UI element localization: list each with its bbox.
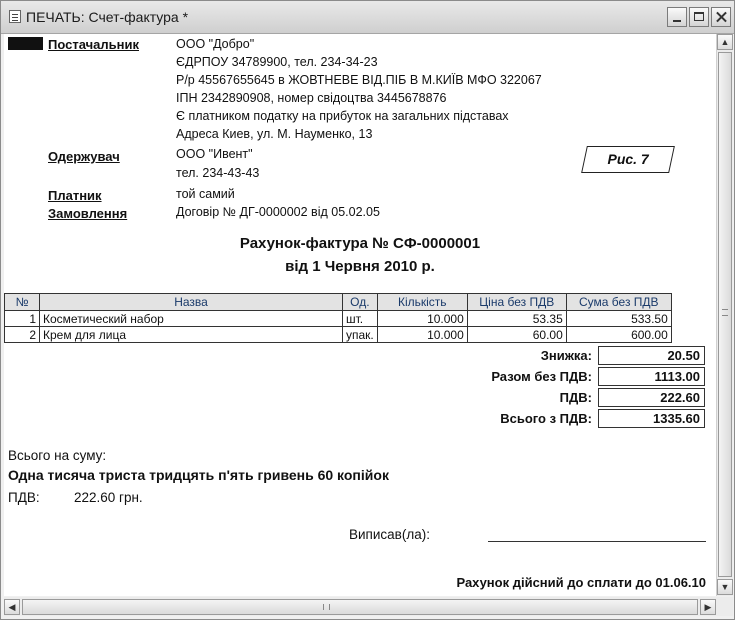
document-icon	[9, 10, 21, 23]
vat-amount: 222.60 грн.	[74, 490, 143, 505]
cell-number: 1	[4, 310, 40, 327]
cell-sum: 533.50	[565, 310, 672, 327]
amount-caption: Всього на суму:	[8, 448, 107, 463]
payer-value: той самий	[176, 187, 235, 201]
column-header: Ціна без ПДВ	[466, 293, 567, 311]
title-bar: ПЕЧАТЬ: Счет-фактура *	[1, 1, 734, 34]
vat-caption: ПДВ:	[8, 490, 40, 505]
supplier-line: ЄДРПОУ 34789900, тел. 234-34-23	[176, 55, 378, 69]
column-header: №	[4, 293, 40, 311]
cell-sum: 600.00	[565, 326, 672, 343]
order-value: Договір № ДГ-0000002 від 05.02.05	[176, 205, 380, 219]
cell-quantity: 10.000	[376, 310, 468, 327]
supplier-line: ООО "Добро"	[176, 37, 255, 51]
figure-label: Рис. 7	[581, 146, 675, 173]
cell-price: 60.00	[466, 326, 567, 343]
horizontal-scroll-thumb[interactable]	[22, 599, 698, 615]
supplier-label: Постачальник	[48, 37, 139, 52]
horizontal-scrollbar[interactable]: ◀ ▶	[4, 597, 733, 616]
recipient-line: тел. 234-43-43	[176, 166, 260, 180]
close-icon	[712, 8, 730, 26]
recipient-label: Одержувач	[48, 149, 120, 164]
vertical-scroll-thumb[interactable]	[718, 52, 732, 577]
cell-number: 2	[4, 326, 40, 343]
supplier-line: Р/р 45567655645 в ЖОВТНЕВЕ ВІД.ПІБ В М.К…	[176, 73, 542, 87]
discount-value: 20.50	[598, 346, 705, 365]
cell-price: 53.35	[466, 310, 567, 327]
vat-label: ПДВ:	[559, 390, 592, 405]
column-header: Назва	[39, 293, 343, 311]
scroll-down-button[interactable]: ▼	[717, 579, 733, 595]
figure-label-text: Рис. 7	[607, 151, 649, 167]
recipient-line: ООО "Ивент"	[176, 147, 253, 161]
scroll-right-button[interactable]: ▶	[700, 599, 716, 615]
valid-until-note: Рахунок дійсний до сплати до 01.06.10	[456, 575, 706, 590]
signature-label: Виписав(ла):	[349, 527, 430, 542]
payer-label: Платник	[48, 188, 102, 203]
subtotal-label: Разом без ПДВ:	[491, 369, 592, 384]
scroll-left-button[interactable]: ◀	[4, 599, 20, 615]
maximize-button[interactable]	[689, 7, 709, 27]
maximize-icon	[690, 8, 708, 26]
column-header: Кількість	[376, 293, 468, 311]
column-header: Од.	[342, 293, 378, 311]
close-button[interactable]	[711, 7, 731, 27]
minimize-icon	[668, 8, 686, 26]
table-row: 2 Крем для лица упак. 10.000 60.00 600.0…	[4, 326, 672, 343]
black-marker	[8, 37, 43, 50]
column-header: Сума без ПДВ	[565, 293, 672, 311]
vat-value: 222.60	[598, 388, 705, 407]
print-preview-window: ПЕЧАТЬ: Счет-фактура * Постачальник ООО …	[0, 0, 735, 620]
invoice-title: Рахунок-фактура № СФ-0000001	[239, 235, 481, 252]
cell-quantity: 10.000	[376, 326, 468, 343]
amount-in-words: Одна тисяча триста тридцять п'ять гривен…	[8, 467, 389, 483]
cell-unit: шт.	[342, 310, 378, 327]
supplier-line: Адреса Киев, ул. М. Науменко, 13	[176, 127, 373, 141]
minimize-button[interactable]	[667, 7, 687, 27]
signature-line	[488, 541, 706, 542]
discount-label: Знижка:	[540, 348, 592, 363]
subtotal-value: 1113.00	[598, 367, 705, 386]
items-table: № Назва Од. Кількість Ціна без ПДВ Сума …	[4, 293, 672, 343]
scroll-up-button[interactable]: ▲	[717, 34, 733, 50]
cell-unit: упак.	[342, 326, 378, 343]
total-label: Всього з ПДВ:	[500, 411, 592, 426]
invoice-document: Постачальник ООО "Добро" ЄДРПОУ 34789900…	[4, 34, 716, 596]
cell-name: Косметический набор	[39, 310, 343, 327]
table-row: 1 Косметический набор шт. 10.000 53.35 5…	[4, 310, 672, 327]
table-header-row: № Назва Од. Кількість Ціна без ПДВ Сума …	[4, 293, 672, 311]
supplier-line: Є платником податку на прибуток на загал…	[176, 109, 509, 123]
cell-name: Крем для лица	[39, 326, 343, 343]
supplier-line: ІПН 2342890908, номер свідоцтва 34456788…	[176, 91, 447, 105]
vertical-scrollbar[interactable]: ▲ ▼	[716, 34, 733, 596]
invoice-date: від 1 Червня 2010 р.	[285, 258, 435, 275]
order-label: Замовлення	[48, 206, 128, 221]
total-value: 1335.60	[598, 409, 705, 428]
window-title: ПЕЧАТЬ: Счет-фактура *	[26, 9, 189, 25]
